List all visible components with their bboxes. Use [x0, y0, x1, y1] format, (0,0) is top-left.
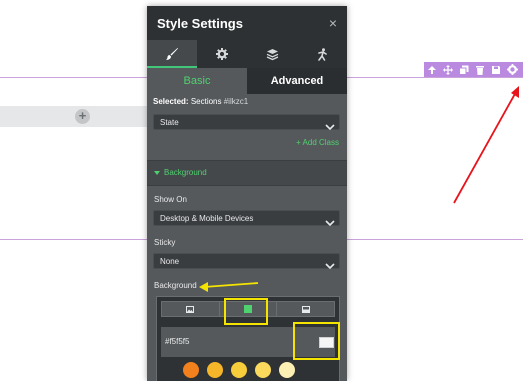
tab-basic[interactable]: Basic	[147, 68, 247, 94]
trash-icon[interactable]	[472, 62, 488, 77]
show-on-select[interactable]: Desktop & Mobile Devices	[153, 210, 340, 227]
selected-element: Selected: Sections #ilkzc1	[153, 97, 248, 106]
state-select[interactable]: State	[153, 114, 340, 131]
show-on-select-value: Desktop & Mobile Devices	[160, 214, 254, 223]
add-class-link[interactable]: + Add Class	[296, 138, 339, 147]
gear-icon[interactable]	[504, 62, 520, 77]
highlight-box-color-tab	[224, 298, 268, 325]
move-icon[interactable]	[440, 62, 456, 77]
panel-mode-tabs: Basic Advanced	[147, 68, 347, 94]
tab-advanced[interactable]: Advanced	[247, 68, 347, 94]
palette-swatch[interactable]	[279, 362, 295, 378]
chevron-down-icon	[325, 214, 335, 232]
sticky-select-value: None	[160, 257, 180, 266]
section-toolbar	[424, 62, 523, 77]
chevron-down-icon	[325, 118, 335, 136]
state-select-label: State	[160, 118, 179, 127]
gradient-icon[interactable]	[277, 302, 334, 316]
layers-icon[interactable]	[247, 40, 297, 68]
gear-icon[interactable]	[197, 40, 247, 68]
red-arrow	[453, 91, 517, 204]
background-section-header[interactable]: Background	[147, 160, 347, 186]
arrow-up-icon[interactable]	[424, 62, 440, 77]
show-on-label: Show On	[154, 195, 187, 204]
background-section-title: Background	[164, 168, 207, 177]
chevron-down-icon	[325, 257, 335, 275]
highlight-box-swatch	[293, 322, 340, 360]
image-icon[interactable]	[162, 302, 220, 316]
close-icon[interactable]: ×	[329, 15, 337, 31]
add-block-button[interactable]: +	[75, 109, 90, 124]
save-icon[interactable]	[488, 62, 504, 77]
palette-swatch[interactable]	[231, 362, 247, 378]
palette-swatch[interactable]	[207, 362, 223, 378]
sticky-label: Sticky	[154, 238, 176, 247]
background-label: Background	[154, 281, 197, 290]
red-arrowhead	[511, 86, 519, 98]
selected-value: Sections	[190, 97, 222, 106]
sticky-select[interactable]: None	[153, 253, 340, 270]
accessibility-icon[interactable]	[297, 40, 347, 68]
palette-swatch[interactable]	[183, 362, 199, 378]
copy-icon[interactable]	[456, 62, 472, 77]
panel-title: Style Settings	[157, 16, 243, 31]
caret-down-icon	[154, 171, 160, 175]
selected-label: Selected:	[153, 97, 189, 106]
panel-icon-tabs	[147, 40, 347, 68]
palette-swatch[interactable]	[255, 362, 271, 378]
color-hex-value: #f5f5f5	[165, 337, 190, 346]
color-palette	[161, 357, 335, 381]
panel-header: Style Settings ×	[147, 6, 347, 40]
brush-icon[interactable]	[147, 40, 197, 68]
selected-id: #ilkzc1	[223, 97, 249, 106]
